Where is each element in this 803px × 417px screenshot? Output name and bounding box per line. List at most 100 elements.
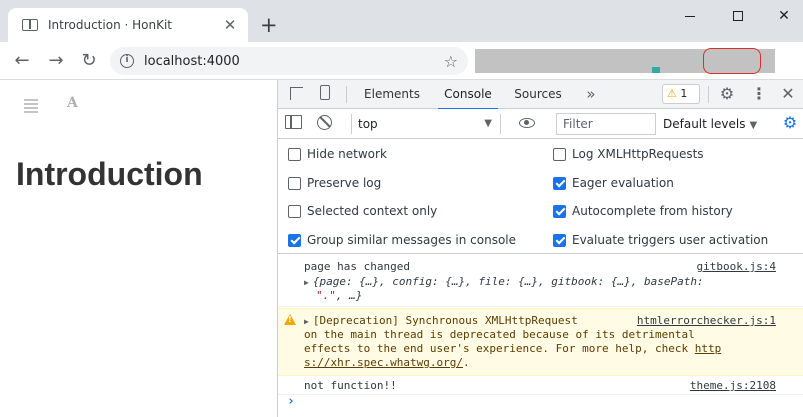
minimize-icon [685, 15, 695, 17]
forward-arrow-icon[interactable]: → [45, 50, 67, 72]
kebab-menu-icon[interactable]: ⋮ [750, 85, 768, 103]
evaluate-triggers-checkbox[interactable] [553, 233, 566, 247]
expandable-object[interactable]: ▶ {page: {…}, config: {…}, file: {…}, git… [304, 275, 704, 290]
back-arrow-icon[interactable]: ← [11, 50, 33, 72]
object-preview: {page: {…}, config: {…}, file: {…}, gitb… [312, 275, 704, 288]
minimize-button[interactable] [670, 4, 710, 28]
option-label: Preserve log [307, 176, 382, 190]
tab-elements[interactable]: Elements [360, 80, 424, 109]
object-preview-continued: ".", …} [316, 289, 362, 303]
option-label: Evaluate triggers user activation [572, 233, 769, 247]
close-window-button[interactable]: ✕ [764, 4, 803, 28]
address-bar[interactable]: i localhost:4000 ☆ [110, 47, 468, 75]
page-content: A Introduction [0, 80, 277, 417]
maximize-button[interactable] [718, 4, 758, 28]
warning-text-line[interactable]: ▶ [Deprecation] Synchronous XMLHttpReques… [304, 314, 578, 329]
warning-icon: ⚠ [667, 87, 677, 100]
close-icon[interactable]: ✕ [779, 85, 797, 103]
console-settings-pane: Hide network Preserve log Selected conte… [278, 140, 803, 254]
console-filter-bar: top ▼ Default levels▼ ⚙ [278, 109, 803, 139]
object-rest: , …} [335, 289, 363, 302]
extension-badge [652, 67, 660, 73]
option-label: Selected context only [307, 204, 438, 218]
console-sidebar-icon[interactable] [285, 115, 303, 133]
warning-counter[interactable]: ⚠ 1 [662, 84, 700, 104]
dropdown-arrow-icon: ▼ [749, 120, 758, 131]
url-text[interactable]: localhost:4000 [144, 54, 444, 69]
console-output: page has changed gitbook.js:4 ▶ {page: {…… [278, 255, 803, 417]
font-settings-icon[interactable]: A [67, 95, 78, 111]
browser-tab[interactable]: Introduction · HonKit ✕ [8, 8, 248, 42]
menu-icon[interactable] [24, 99, 38, 115]
inspect-element-icon[interactable] [288, 85, 306, 103]
option-log-xhr[interactable]: Log XMLHttpRequests [553, 145, 704, 163]
log-levels-select[interactable]: Default levels ▼ [663, 114, 773, 134]
source-link[interactable]: htmlerrorchecker.js:1 [637, 314, 776, 327]
option-selected-context[interactable]: Selected context only [288, 202, 437, 220]
divider [708, 86, 709, 103]
console-settings-gear-icon[interactable]: ⚙ [781, 114, 799, 132]
expand-triangle-icon[interactable]: ▶ [304, 276, 309, 290]
tab-console[interactable]: Console [438, 80, 498, 110]
gear-icon[interactable]: ⚙ [718, 85, 736, 103]
eager-evaluation-checkbox[interactable] [553, 176, 566, 190]
tab-title: Introduction · HonKit [48, 18, 172, 32]
warning-text-line: s://xhr.spec.whatwg.org/. [304, 356, 470, 369]
console-warning: ▶[Deprecation] Synchronous XMLHttpReques… [278, 308, 803, 376]
maximize-icon [733, 11, 743, 21]
new-tab-button[interactable]: + [260, 12, 278, 38]
clear-console-icon[interactable] [317, 115, 335, 133]
warning-text-line: on the main thread is deprecated because… [304, 328, 695, 341]
tab-sources[interactable]: Sources [510, 80, 566, 109]
divider [346, 86, 347, 103]
option-hide-network[interactable]: Hide network [288, 145, 387, 163]
option-eager-evaluation[interactable]: Eager evaluation [553, 174, 674, 192]
star-icon[interactable]: ☆ [444, 52, 458, 71]
preserve-log-checkbox[interactable] [288, 176, 301, 190]
option-label: Eager evaluation [572, 176, 674, 190]
browser-toolbar: ← → ↻ i localhost:4000 ☆ [0, 42, 803, 80]
console-message: not function!! theme.js:2108 [278, 377, 803, 395]
option-label: Log XMLHttpRequests [572, 147, 704, 161]
log-levels-value: Default levels [663, 117, 746, 131]
tab-favicon-icon [22, 19, 38, 31]
context-select[interactable]: top ▼ [351, 114, 501, 134]
devtools-tabbar: Elements Console Sources » ⚠ 1 ⚙ ⋮ ✕ [278, 80, 803, 110]
page-title: Introduction [16, 156, 203, 192]
help-link[interactable]: http [695, 342, 722, 355]
profile-button[interactable] [703, 48, 761, 74]
message-text: not function!! [304, 379, 397, 392]
selected-context-checkbox[interactable] [288, 204, 301, 218]
console-prompt-icon[interactable]: › [287, 394, 295, 409]
log-xhr-checkbox[interactable] [553, 147, 566, 161]
option-label: Group similar messages in console [307, 233, 516, 247]
device-toolbar-icon[interactable] [316, 85, 334, 103]
option-preserve-log[interactable]: Preserve log [288, 174, 381, 192]
live-expression-eye-icon[interactable] [518, 114, 536, 132]
help-link[interactable]: s://xhr.spec.whatwg.org/ [304, 356, 463, 369]
source-link[interactable]: gitbook.js:4 [697, 260, 776, 273]
reload-icon[interactable]: ↻ [78, 50, 100, 72]
devtools-panel: Elements Console Sources » ⚠ 1 ⚙ ⋮ ✕ top… [277, 80, 803, 417]
filter-input[interactable] [556, 113, 656, 135]
option-group-similar[interactable]: Group similar messages in console [288, 231, 516, 249]
option-label: Hide network [307, 147, 387, 161]
group-similar-checkbox[interactable] [288, 233, 301, 247]
tab-close-icon[interactable]: ✕ [222, 16, 238, 34]
warning-text-line: effects to the end user's experience. Fo… [304, 342, 722, 355]
tab-strip: Introduction · HonKit ✕ + ✕ [0, 0, 803, 42]
option-evaluate-triggers[interactable]: Evaluate triggers user activation [553, 231, 768, 249]
hide-network-checkbox[interactable] [288, 147, 301, 161]
option-label: Autocomplete from history [572, 204, 733, 218]
console-message: page has changed gitbook.js:4 ▶ {page: {…… [278, 255, 803, 307]
more-tabs-icon[interactable]: » [581, 85, 599, 103]
object-string-value: "." [316, 289, 336, 302]
option-autocomplete-history[interactable]: Autocomplete from history [553, 202, 733, 220]
source-link[interactable]: theme.js:2108 [690, 379, 776, 392]
autocomplete-history-checkbox[interactable] [553, 204, 566, 218]
dropdown-arrow-icon: ▼ [484, 118, 492, 129]
context-value: top [358, 117, 378, 131]
info-icon[interactable]: i [120, 54, 134, 68]
expand-triangle-icon[interactable]: ▶ [304, 315, 309, 329]
message-text: page has changed [304, 260, 410, 273]
